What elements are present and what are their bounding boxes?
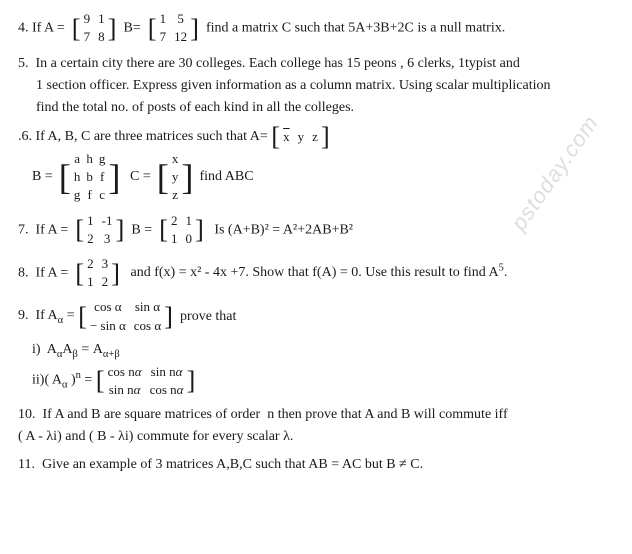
bracket-right: ] bbox=[190, 17, 199, 40]
prob10-line1: 10. If A and B are square matrices of or… bbox=[18, 404, 614, 426]
prob6-matrices: B = [ ahg hbf gfc ] C = [ x y z ] bbox=[18, 150, 614, 205]
bracket-left: [ bbox=[148, 17, 157, 40]
prob5-line3: find the total no. of posts of each kind… bbox=[36, 97, 614, 119]
prob7-matA: [ 1-1 23 ] bbox=[75, 212, 124, 248]
page: pstoday.com 4. If A = [ 91 78 ] B= [ 15 … bbox=[0, 0, 632, 493]
problem-4: 4. If A = [ 91 78 ] B= [ 15 712 ] find a… bbox=[18, 10, 614, 46]
prob9ii-mat: [ cos nαsin nα sin nαcos nα ] bbox=[96, 363, 196, 399]
problem-11: 11. Give an example of 3 matrices A,B,C … bbox=[18, 454, 614, 476]
prob7-matB: [ 21 10 ] bbox=[159, 212, 204, 248]
bracket-right: ] bbox=[108, 17, 117, 40]
prob7-text: Is (A+B)² = A²+2AB+B² bbox=[207, 222, 353, 237]
matrix-inner: 91 78 bbox=[81, 10, 108, 46]
prob5-line1: 5. In a certain city there are 30 colleg… bbox=[18, 53, 614, 75]
prob9-prove: prove that bbox=[173, 306, 236, 328]
problem-10: 10. If A and B are square matrices of or… bbox=[18, 404, 614, 447]
prob6-matB: [ ahg hbf gfc ] bbox=[59, 150, 121, 205]
prob10-line2: ( A - λi) and ( B - λi) commute for ever… bbox=[18, 426, 614, 448]
bracket-left: [ bbox=[72, 17, 81, 40]
matrix-inner: 15 712 bbox=[157, 10, 191, 46]
problem-6: .6. If A, B, C are three matrices such t… bbox=[18, 125, 614, 204]
prob6-top: .6. If A, B, C are three matrices such t… bbox=[18, 125, 614, 148]
prob4-text: find a matrix C such that 5A+3B+2C is a … bbox=[202, 20, 505, 35]
prob4-matB: [ 15 712 ] bbox=[148, 10, 199, 46]
prob9-matA: [ cos αsin α − sin αcos α ] bbox=[78, 298, 173, 334]
prob4-num: 4. If A = bbox=[18, 20, 68, 35]
problem-5: 5. In a certain city there are 30 colleg… bbox=[18, 53, 614, 118]
problem-7: 7. If A = [ 1-1 23 ] B = [ 21 10 ] Is (A… bbox=[18, 212, 614, 248]
prob6-matC: [ x y z ] bbox=[157, 150, 194, 205]
problem-9i: i) AαAβ = Aα+β bbox=[32, 342, 614, 360]
prob6-matA: [ x y z ] bbox=[271, 125, 330, 148]
prob8-matA: [ 23 12 ] bbox=[75, 255, 120, 291]
prob5-line2: 1 section officer. Express given informa… bbox=[36, 75, 614, 97]
problem-9ii: ii)( Aα )n = [ cos nαsin nα sin nαcos nα… bbox=[32, 363, 614, 399]
problem-9: 9. If Aα = [ cos αsin α − sin αcos α ] p… bbox=[18, 298, 614, 334]
prob4-matA: [ 91 78 ] bbox=[72, 10, 117, 46]
prob8-text: and f(x) = x² - 4x +7. Show that f(A) = … bbox=[124, 265, 508, 280]
problem-8: 8. If A = [ 23 12 ] and f(x) = x² - 4x +… bbox=[18, 255, 614, 291]
